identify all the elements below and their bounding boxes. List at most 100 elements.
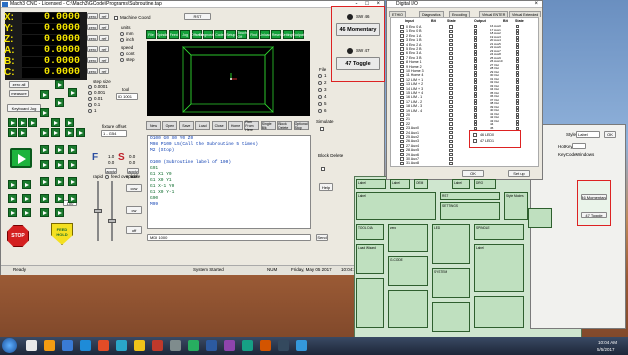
toolpath-display[interactable] bbox=[147, 41, 310, 116]
gcode-tool-8[interactable]: Block Delete bbox=[277, 121, 293, 130]
io-input-state-8[interactable] bbox=[449, 60, 453, 64]
toolbar-7[interactable]: Setup bbox=[225, 30, 236, 39]
style-select[interactable]: Label bbox=[576, 131, 600, 138]
toolbar-1[interactable]: Spindle bbox=[157, 30, 168, 39]
io-input-bit-14[interactable] bbox=[400, 86, 404, 91]
io-input-bit-19[interactable] bbox=[400, 108, 404, 113]
mdi-input[interactable]: MDI 1000 bbox=[147, 234, 311, 241]
jog-arrow-16[interactable] bbox=[40, 145, 49, 154]
io-input-state-27[interactable] bbox=[449, 144, 453, 148]
jog-arrow-15[interactable] bbox=[55, 80, 64, 89]
io-setup-button[interactable]: Set up bbox=[508, 170, 530, 177]
io-input-state-28[interactable] bbox=[449, 148, 453, 152]
dro-value-4[interactable]: 0.0000 bbox=[22, 56, 80, 67]
dro-value-0[interactable]: 0.0000 bbox=[22, 12, 80, 23]
io-input-bit-29[interactable] bbox=[400, 152, 404, 157]
taskbar-app-icon[interactable] bbox=[62, 340, 73, 351]
dro-value-3[interactable]: 0.0000 bbox=[22, 45, 80, 56]
toolbar-5[interactable]: Diagnostics bbox=[199, 30, 217, 39]
taskbar-app-icon[interactable] bbox=[98, 340, 109, 351]
jog-arrow-3[interactable] bbox=[51, 118, 60, 127]
zero-button-0[interactable]: zero bbox=[87, 13, 98, 19]
io-input-bit-18[interactable] bbox=[400, 104, 404, 108]
io-input-state-19[interactable] bbox=[449, 108, 453, 113]
io-input-bit-20[interactable] bbox=[400, 113, 404, 117]
file-radio-4[interactable] bbox=[318, 102, 322, 106]
taskbar-app-icon[interactable] bbox=[296, 340, 307, 351]
gcode-tool-1[interactable]: Open bbox=[162, 121, 178, 130]
dro-value-2[interactable]: 0.0000 bbox=[22, 34, 80, 45]
io-input-state-14[interactable] bbox=[449, 86, 453, 91]
io-input-state-26[interactable] bbox=[449, 139, 453, 144]
jog-arrow-6[interactable] bbox=[18, 128, 27, 137]
designer-box-5[interactable] bbox=[356, 192, 436, 220]
units-mm-radio[interactable] bbox=[120, 32, 124, 36]
step-radio-0[interactable] bbox=[88, 85, 92, 89]
io-input-bit-0[interactable] bbox=[400, 25, 404, 29]
io-input-bit-30[interactable] bbox=[400, 157, 404, 161]
io-input-bit-23[interactable] bbox=[400, 126, 404, 130]
feed-hold-button[interactable]: FEED HOLD bbox=[51, 223, 73, 245]
io-input-state-29[interactable] bbox=[449, 152, 453, 157]
io-input-bit-25[interactable] bbox=[400, 135, 404, 139]
spindle-slider-thumb[interactable] bbox=[108, 219, 116, 223]
hotkey-field[interactable] bbox=[572, 143, 586, 149]
io-input-state-23[interactable] bbox=[449, 126, 453, 130]
io-ok-button[interactable]: OK bbox=[462, 170, 484, 177]
io-input-state-11[interactable] bbox=[449, 73, 453, 78]
ref-button-3[interactable]: ref bbox=[99, 46, 109, 52]
gcode-tool-6[interactable]: Run From Here bbox=[244, 120, 260, 132]
io-input-bit-10[interactable] bbox=[400, 69, 404, 73]
io-input-state-25[interactable] bbox=[449, 135, 453, 139]
io-input-bit-5[interactable] bbox=[400, 47, 404, 51]
jog-arrow-5[interactable] bbox=[8, 128, 17, 137]
designer-box-21[interactable] bbox=[528, 208, 552, 228]
jog-arrow-21[interactable] bbox=[68, 160, 77, 169]
dro-value-1[interactable]: 0.0000 bbox=[22, 23, 80, 34]
io-input-state-9[interactable] bbox=[449, 64, 453, 69]
designer-box-16[interactable] bbox=[474, 244, 524, 292]
taskbar-app-icon[interactable] bbox=[170, 340, 181, 351]
jog-arrow-7[interactable] bbox=[40, 128, 49, 137]
zero-button-2[interactable]: zero bbox=[87, 35, 98, 41]
jog-arrow-20[interactable] bbox=[55, 160, 64, 169]
io-tab-3[interactable]: Virtual ENTER bbox=[479, 11, 509, 17]
spindle-cw-button[interactable]: cw bbox=[126, 206, 142, 214]
io-output-state-29[interactable] bbox=[516, 126, 519, 130]
file-radio-2[interactable] bbox=[318, 88, 322, 92]
block-delete-checkbox[interactable] bbox=[321, 167, 325, 171]
io-input-bit-13[interactable] bbox=[400, 82, 404, 86]
help-button[interactable]: Help bbox=[319, 183, 333, 191]
spindle-ccw-button[interactable]: ccw bbox=[126, 184, 142, 192]
io-input-state-1[interactable] bbox=[449, 29, 453, 34]
io-input-state-22[interactable] bbox=[449, 122, 453, 126]
taskbar-app-icon[interactable] bbox=[134, 340, 145, 351]
file-radio-1[interactable] bbox=[318, 81, 322, 85]
jog-arrow-11[interactable] bbox=[40, 108, 49, 117]
step-radio-4[interactable] bbox=[88, 109, 92, 113]
tool-select[interactable]: ID 1001 bbox=[116, 93, 138, 100]
side-button-47[interactable]: 47 Toggle bbox=[581, 212, 607, 218]
zero-button-4[interactable]: zero bbox=[87, 57, 98, 63]
io-input-bit-22[interactable] bbox=[400, 122, 404, 126]
io-input-state-2[interactable] bbox=[449, 34, 453, 38]
jog-arrow-29[interactable] bbox=[40, 194, 49, 203]
stop-button[interactable]: STOP bbox=[7, 225, 29, 247]
zero-all-button[interactable]: zero all bbox=[9, 81, 29, 88]
speed-step-radio[interactable] bbox=[120, 58, 124, 62]
taskbar-app-icon[interactable] bbox=[260, 340, 271, 351]
io-tab-2[interactable]: Encoding bbox=[449, 11, 470, 17]
io-input-state-4[interactable] bbox=[449, 42, 453, 47]
toolbar-9[interactable]: Find bbox=[248, 30, 259, 39]
taskbar-app-icon[interactable] bbox=[278, 340, 289, 351]
toolbar-11[interactable]: Reset bbox=[271, 30, 282, 39]
cycle-start-button[interactable] bbox=[10, 148, 32, 168]
io-input-state-31[interactable] bbox=[449, 161, 453, 166]
io-input-state-16[interactable] bbox=[449, 95, 453, 100]
jog-arrow-28[interactable] bbox=[22, 194, 31, 203]
jog-arrow-2[interactable] bbox=[28, 118, 37, 127]
io-input-bit-6[interactable] bbox=[400, 51, 404, 56]
jog-arrow-19[interactable] bbox=[40, 160, 49, 169]
jog-arrow-0[interactable] bbox=[8, 118, 17, 127]
taskbar-app-icon[interactable] bbox=[188, 340, 199, 351]
